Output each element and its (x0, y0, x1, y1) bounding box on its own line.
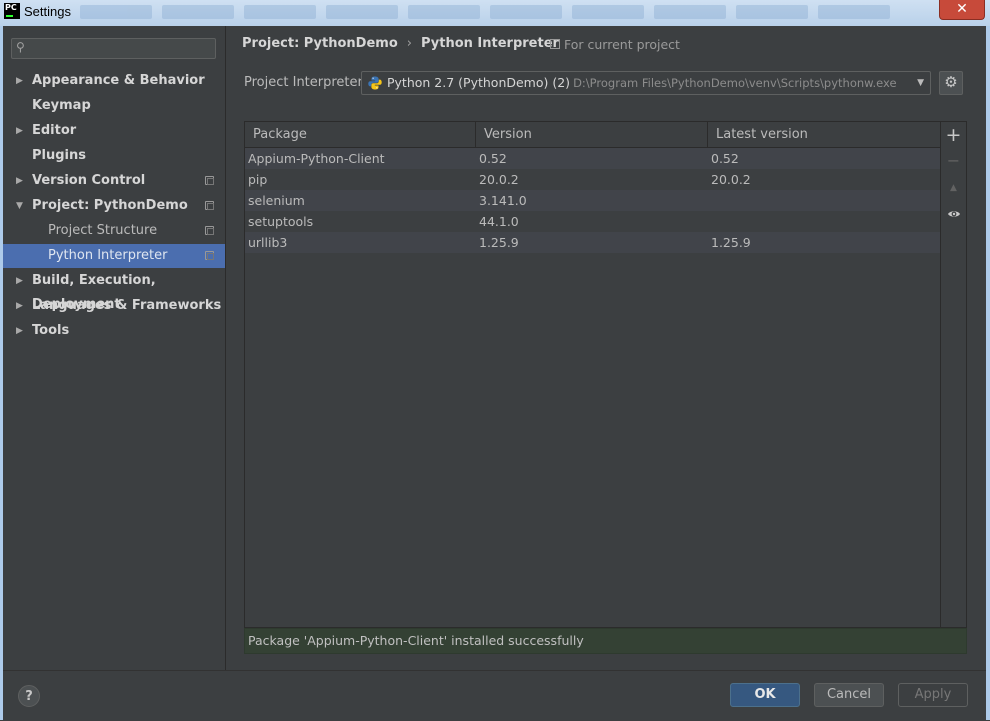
background-taskbar (80, 5, 890, 19)
sidebar-item-python-interpreter[interactable]: Python Interpreter (3, 244, 225, 268)
window-title: Settings (24, 4, 71, 19)
settings-search-box[interactable]: ⚲ (11, 38, 216, 59)
package-version: 1.25.9 (479, 235, 519, 250)
column-header-latest-version[interactable]: Latest version (708, 122, 940, 147)
add-package-button[interactable]: + (941, 124, 966, 148)
settings-sidebar: ⚲ ▶ Appearance & Behavior Keymap ▶ Edito… (3, 26, 226, 670)
package-name: pip (248, 172, 268, 187)
package-version: 20.0.2 (479, 172, 519, 187)
window-frame-right (986, 26, 990, 720)
interpreter-label: Project Interpreter: (244, 75, 368, 90)
package-latest-version: 1.25.9 (711, 235, 751, 250)
package-toolbar: + − ▲ (941, 121, 967, 628)
package-name: Appium-Python-Client (248, 151, 385, 166)
breadcrumb-page: Python Interpreter (420, 36, 559, 51)
interpreter-settings-button[interactable]: ⚙ (939, 71, 963, 95)
expand-arrow-icon[interactable]: ▶ (16, 169, 23, 193)
column-header-package[interactable]: Package (245, 122, 476, 147)
settings-main-panel: Project: PythonDemo › Python Interpreter F… (226, 26, 986, 670)
table-row[interactable]: urllib3 1.25.9 1.25.9 (245, 232, 940, 253)
eye-icon (947, 211, 960, 217)
sidebar-item-editor[interactable]: ▶ Editor (3, 119, 225, 143)
sidebar-item-project[interactable]: ▼ Project: PythonDemo (3, 194, 225, 218)
package-version: 0.52 (479, 151, 507, 166)
table-row[interactable]: selenium 3.141.0 (245, 190, 940, 211)
sidebar-item-project-structure[interactable]: Project Structure (3, 219, 225, 243)
sidebar-item-build-execution[interactable]: ▶ Build, Execution, Deployment (3, 269, 225, 312)
sidebar-item-appearance-behavior[interactable]: ▶ Appearance & Behavior (3, 69, 225, 93)
package-version: 44.1.0 (479, 214, 519, 229)
help-button[interactable]: ? (18, 685, 40, 707)
sidebar-item-languages-frameworks[interactable]: ▶ Languages & Frameworks (3, 294, 225, 318)
cancel-button[interactable]: Cancel (814, 683, 884, 707)
collapse-arrow-icon[interactable]: ▼ (16, 194, 23, 218)
breadcrumb: Project: PythonDemo › Python Interpreter (242, 36, 559, 51)
sidebar-item-version-control[interactable]: ▶ Version Control (3, 169, 225, 193)
interpreter-dropdown[interactable]: Python 2.7 (PythonDemo) (2) D:\Program Fi… (361, 71, 931, 95)
package-version: 3.141.0 (479, 193, 527, 208)
project-scope-icon (205, 251, 214, 260)
column-header-version[interactable]: Version (476, 122, 708, 147)
interpreter-path: D:\Program Files\PythonDemo\venv\Scripts… (573, 76, 897, 90)
breadcrumb-project: Project: PythonDemo (242, 36, 398, 51)
project-scope-icon (205, 226, 214, 235)
package-name: selenium (248, 193, 305, 208)
sidebar-item-keymap[interactable]: Keymap (3, 94, 225, 118)
upgrade-package-button[interactable]: ▲ (941, 176, 966, 200)
expand-arrow-icon[interactable]: ▶ (16, 294, 23, 318)
window-title-bar: PC Settings ✕ (0, 0, 990, 26)
project-scope-icon (205, 201, 214, 210)
search-icon: ⚲ (16, 40, 25, 54)
package-name: urllib3 (248, 235, 288, 250)
sidebar-item-tools[interactable]: ▶ Tools (3, 319, 225, 343)
table-body: Appium-Python-Client 0.52 0.52 pip 20.0.… (245, 148, 940, 253)
project-scope-icon (205, 176, 214, 185)
pycharm-logo-icon: PC (4, 3, 20, 19)
table-header: Package Version Latest version (245, 122, 940, 148)
package-latest-version: 0.52 (711, 151, 739, 166)
remove-package-button[interactable]: − (941, 150, 966, 174)
apply-button[interactable]: Apply (898, 683, 968, 707)
package-name: setuptools (248, 214, 314, 229)
expand-arrow-icon[interactable]: ▶ (16, 269, 23, 293)
interpreter-value: Python 2.7 (PythonDemo) (2) D:\Program Fi… (387, 75, 897, 90)
show-latest-versions-button[interactable] (941, 202, 966, 226)
table-row[interactable]: setuptools 44.1.0 (245, 211, 940, 232)
expand-arrow-icon[interactable]: ▶ (16, 119, 23, 143)
chevron-down-icon[interactable]: ▼ (917, 78, 924, 88)
expand-arrow-icon[interactable]: ▶ (16, 69, 23, 93)
close-window-button[interactable]: ✕ (939, 0, 985, 20)
packages-table: Package Version Latest version Appium-Py… (244, 121, 941, 628)
gear-icon: ⚙ (944, 73, 958, 91)
sidebar-item-plugins[interactable]: Plugins (3, 144, 225, 168)
settings-search-input[interactable] (32, 40, 212, 57)
project-scope-icon (550, 39, 560, 49)
dialog-footer: ? OK Cancel Apply (3, 670, 986, 721)
python-icon (368, 76, 382, 90)
table-row[interactable]: pip 20.0.2 20.0.2 (245, 169, 940, 190)
table-row[interactable]: Appium-Python-Client 0.52 0.52 (245, 148, 940, 169)
ok-button[interactable]: OK (730, 683, 800, 707)
breadcrumb-separator: › (406, 36, 412, 51)
scope-note: For current project (550, 37, 680, 52)
expand-arrow-icon[interactable]: ▶ (16, 319, 23, 343)
install-status-message: Package 'Appium-Python-Client' installed… (244, 628, 967, 654)
package-latest-version: 20.0.2 (711, 172, 751, 187)
